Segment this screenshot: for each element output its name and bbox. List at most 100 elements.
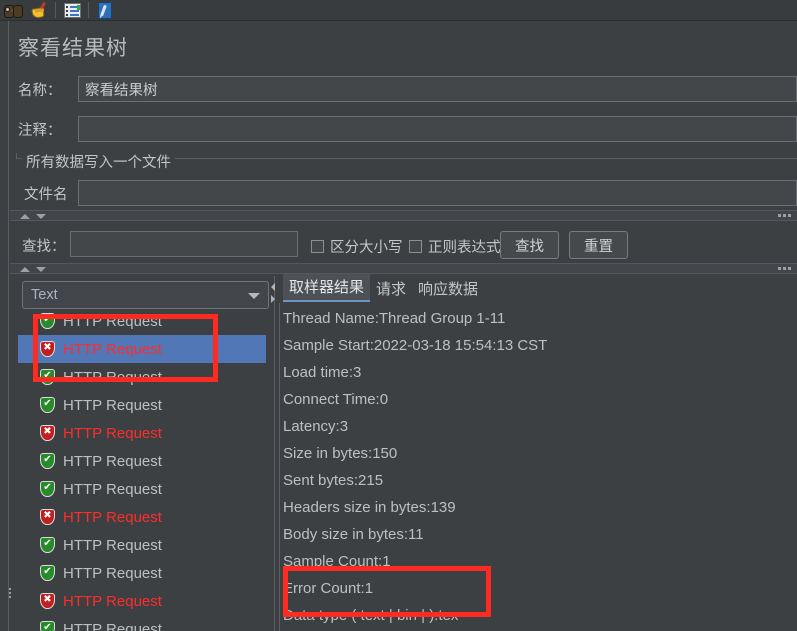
tree-row[interactable]: ✔ HTTP Request <box>18 363 266 391</box>
collapse-down-icon[interactable] <box>36 214 46 219</box>
tree-row-label: HTTP Request <box>63 564 162 582</box>
renderer-selected-value: Text <box>31 287 58 303</box>
tree-row[interactable]: ✔ HTTP Request <box>18 447 266 475</box>
regex-checkbox-wrap[interactable]: 正则表达式 <box>409 236 501 257</box>
filename-input[interactable] <box>78 180 797 206</box>
tree-row-label: HTTP Request <box>63 452 162 470</box>
regex-label: 正则表达式 <box>428 240 501 256</box>
green-shield-check-icon: ✔ <box>40 481 55 497</box>
tree-row[interactable]: ✔ HTTP Request <box>18 559 266 587</box>
list-view-button[interactable] <box>59 0 85 20</box>
page-title: 察看结果树 <box>18 37 128 60</box>
green-shield-check-icon: ✔ <box>40 565 55 581</box>
name-input[interactable] <box>78 76 797 102</box>
search-input[interactable] <box>70 231 298 257</box>
case-sensitive-checkbox[interactable] <box>311 240 324 253</box>
collapse-up-icon[interactable] <box>20 214 30 219</box>
collapse-down-icon-2[interactable] <box>36 267 46 272</box>
broom-icon <box>30 1 48 19</box>
result-line: Error Count:1 <box>283 580 374 597</box>
case-sensitive-label: 区分大小写 <box>330 240 403 256</box>
result-line: Size in bytes:150 <box>283 445 398 462</box>
result-line: Headers size in bytes:139 <box>283 499 456 516</box>
tree-row-label: HTTP Request <box>63 396 162 414</box>
tree-row[interactable]: ✔ HTTP Request <box>18 307 266 335</box>
tab-sampler-result[interactable]: 取样器结果 <box>283 274 371 302</box>
result-tabs: 取样器结果 请求 响应数据 <box>283 274 484 302</box>
tab-request[interactable]: 请求 <box>370 276 412 302</box>
result-line: Latency:3 <box>283 418 349 435</box>
comment-label: 注释： <box>18 122 62 139</box>
vertical-splitter[interactable] <box>270 276 279 631</box>
red-shield-error-icon: ✖ <box>40 593 55 609</box>
tree-row[interactable]: ✔ HTTP Request <box>18 475 266 503</box>
find-button[interactable]: 查找 <box>500 231 559 259</box>
tree-row-label: HTTP Request <box>63 368 162 386</box>
toolbar-separator-2 <box>88 2 89 18</box>
result-line: Thread Name:Thread Group 1-11 <box>283 310 506 327</box>
green-shield-check-icon: ✔ <box>40 537 55 553</box>
red-shield-error-icon: ✖ <box>40 341 55 357</box>
comment-input[interactable] <box>78 116 797 142</box>
red-shield-error-icon: ✖ <box>40 425 55 441</box>
renderer-combobox[interactable]: Text <box>22 281 269 309</box>
tree-row-label: HTTP Request <box>63 592 162 610</box>
filename-label: 文件名 <box>24 186 68 203</box>
search-binoculars-button[interactable] <box>0 0 26 20</box>
edit-document-button[interactable] <box>92 0 118 20</box>
tree-row-label: HTTP Request <box>63 508 162 526</box>
green-shield-check-icon: ✔ <box>40 369 55 385</box>
toolbar-separator <box>55 2 56 18</box>
tree-row[interactable]: ✔ HTTP Request <box>18 531 266 559</box>
tree-row-label: HTTP Request <box>63 340 162 358</box>
reset-button[interactable]: 重置 <box>569 231 628 259</box>
splitter-bar-top[interactable] <box>10 210 797 221</box>
search-label-wrap: 查找： <box>22 232 66 258</box>
tree-row[interactable]: ✖ HTTP Request <box>18 503 266 531</box>
file-group-border-left <box>16 153 17 159</box>
green-shield-check-icon: ✔ <box>40 313 55 329</box>
result-line: Data type ( text | bin | ):tex <box>283 607 459 624</box>
tree-row-label: HTTP Request <box>63 480 162 498</box>
comment-row: 注释： <box>10 116 74 142</box>
tree-row-label: HTTP Request <box>63 424 162 442</box>
left-rail-divider <box>8 21 9 631</box>
tree-row[interactable]: ✖ HTTP Request <box>18 587 266 615</box>
green-shield-check-icon: ✔ <box>40 453 55 469</box>
tree-row[interactable]: ✖ HTTP Request <box>18 335 266 363</box>
regex-checkbox[interactable] <box>409 240 422 253</box>
list-view-icon <box>63 2 81 18</box>
edit-document-icon <box>98 1 112 19</box>
tree-row-label: HTTP Request <box>63 536 162 554</box>
results-tree[interactable]: ✔ HTTP Request ✖ HTTP Request ✔ HTTP Request ✔… <box>18 307 266 631</box>
green-shield-check-icon: ✔ <box>40 621 55 631</box>
result-line: Sample Start:2022-03-18 15:54:13 CST <box>283 337 548 354</box>
red-shield-error-icon: ✖ <box>40 509 55 525</box>
collapse-up-icon-2[interactable] <box>20 267 30 272</box>
jmeter-view-results-tree-window: 察看结果树 名称： 注释： 所有数据写入一个文件 文件名 查找： 区分大小写 正… <box>0 0 797 631</box>
splitter-grip-dots[interactable] <box>778 214 791 217</box>
green-shield-check-icon: ✔ <box>40 397 55 413</box>
tree-row[interactable]: ✖ HTTP Request <box>18 419 266 447</box>
tab-response-data[interactable]: 响应数据 <box>412 276 484 302</box>
splitter-grip-dots-2[interactable] <box>778 267 791 270</box>
case-sensitive-checkbox-wrap[interactable]: 区分大小写 <box>311 236 403 257</box>
sampler-result-text[interactable]: Thread Name:Thread Group 1-11 Sample Star… <box>283 305 797 631</box>
search-label: 查找： <box>22 238 66 255</box>
splitter-bar-middle[interactable] <box>10 263 797 274</box>
tree-row[interactable]: ✔ HTTP Request <box>18 615 266 631</box>
file-group-title: 所有数据写入一个文件 <box>22 151 175 172</box>
result-line: Sample Count:1 <box>283 553 391 570</box>
result-line: Connect Time:0 <box>283 391 389 408</box>
name-row: 名称： <box>10 76 74 102</box>
detail-panel-border <box>279 303 280 631</box>
result-line: Body size in bytes:11 <box>283 526 424 543</box>
tree-row[interactable]: ✔ HTTP Request <box>18 391 266 419</box>
splitter-left-arrow-icon[interactable] <box>271 295 275 303</box>
clear-broom-button[interactable] <box>26 0 52 20</box>
chevron-down-icon[interactable] <box>248 293 260 299</box>
tree-row-label: HTTP Request <box>63 312 162 330</box>
splitter-right-arrow-icon[interactable] <box>271 283 275 291</box>
name-label: 名称： <box>18 82 62 99</box>
tree-gutter-grip[interactable] <box>9 588 11 598</box>
